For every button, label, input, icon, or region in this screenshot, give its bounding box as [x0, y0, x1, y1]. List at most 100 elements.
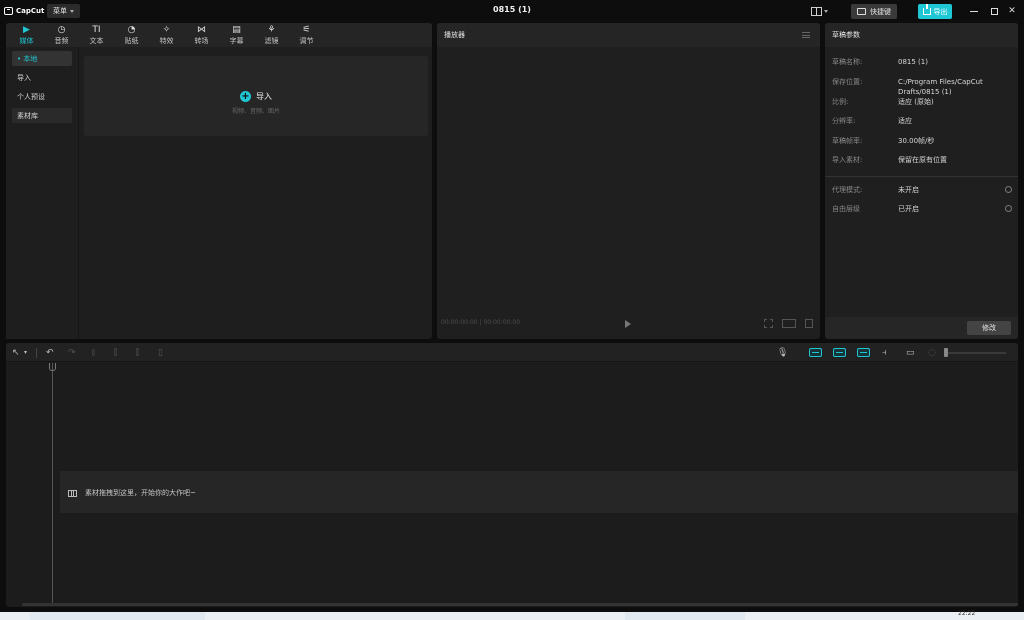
player-title: 播放器 [444, 31, 465, 39]
taskbar-clock: 22:22 [958, 610, 976, 617]
property-value: 适应 [898, 117, 912, 125]
film-icon [68, 489, 77, 497]
audio-icon: ◷ [57, 24, 66, 35]
ratio-icon[interactable] [782, 319, 796, 328]
shortcuts-label: 快捷键 [870, 7, 891, 16]
timecode: 00:00:00:00 | 00:00:00:00 [441, 319, 521, 326]
tab-media[interactable]: ▶ 媒体 [9, 23, 44, 47]
maximize-button[interactable] [987, 4, 1001, 18]
undo-icon[interactable]: ↶ [46, 347, 54, 358]
minimize-icon [970, 10, 978, 12]
property-value: 保留在原有位置 [898, 156, 947, 164]
tab-label: 媒体 [19, 37, 34, 45]
full-preview-icon[interactable]: ▭ [906, 347, 915, 358]
tab-label: 音频 [54, 37, 69, 45]
playhead[interactable] [52, 363, 53, 603]
split-icon[interactable]: ⫾ [92, 347, 95, 358]
tab-filter[interactable]: ⚘ 滤镜 [254, 23, 289, 47]
chevron-down-icon[interactable]: ▾ [24, 347, 27, 358]
main-track-magnet-icon[interactable] [809, 348, 822, 357]
play-icon[interactable] [625, 320, 631, 328]
media-sidebar: • 本地导入个人预设素材库 [6, 47, 79, 339]
menu-button[interactable]: 菜单 [47, 4, 80, 18]
property-key: 保存位置: [832, 77, 863, 86]
sidebar-item[interactable]: • 本地 [12, 51, 72, 66]
sticker-icon: ◔ [127, 24, 136, 35]
microphone-icon[interactable]: 🎙︎ [777, 347, 788, 358]
tab-text[interactable]: TI 文本 [79, 23, 114, 47]
timeline-toolbar: ↖ ▾ ↶ ↷ ⫾ ⫿ ⫿ ▯ 🎙︎ ⫞ ▭ ◌ [6, 343, 1018, 362]
captions-icon: ▤ [232, 24, 241, 35]
property-row: 比例: 适应 (原始) [832, 97, 1012, 117]
info-icon[interactable] [1005, 205, 1012, 212]
minimize-button[interactable] [967, 4, 981, 18]
tab-effects[interactable]: ✧ 特效 [149, 23, 184, 47]
shortcuts-button[interactable]: 快捷键 [851, 4, 897, 19]
media-panel: ▶ 媒体 ◷ 音频 TI 文本 ◔ 贴纸 ✧ 特效 ⋈ 转场 ▤ 字幕 ⚘ 滤镜 ⚟ 调节 • 本地导入个人预设素… [6, 23, 432, 339]
sidebar-item[interactable]: 导入 [12, 70, 72, 85]
export-button[interactable]: 导出 [918, 4, 952, 19]
fullscreen-crop-icon[interactable] [764, 319, 773, 328]
property-key: 自由层级 [832, 205, 860, 213]
tab-transition[interactable]: ⋈ 转场 [184, 23, 219, 47]
tab-adjust[interactable]: ⚟ 调节 [289, 23, 324, 47]
redo-icon[interactable]: ↷ [68, 347, 76, 358]
select-cursor-icon[interactable]: ↖ [12, 347, 20, 358]
taskbar-segment[interactable] [30, 612, 205, 620]
expand-icon[interactable] [805, 319, 813, 328]
delete-icon[interactable]: ▯ [158, 347, 163, 358]
tab-audio[interactable]: ◷ 音频 [44, 23, 79, 47]
split-right-icon[interactable]: ⫿ [136, 347, 139, 358]
menu-label: 菜单 [53, 7, 67, 15]
effects-icon: ✧ [162, 24, 171, 35]
sidebar-item[interactable]: 素材库 [12, 108, 72, 123]
transition-icon: ⋈ [197, 24, 206, 35]
zoom-out-icon[interactable]: ◌ [928, 347, 936, 358]
main-track[interactable] [60, 471, 1018, 513]
tab-label: 文本 [89, 37, 104, 45]
divider [36, 348, 37, 358]
filter-icon: ⚘ [267, 24, 276, 35]
info-icon[interactable] [1005, 185, 1012, 193]
text-icon: TI [92, 24, 101, 35]
preview-axis-icon[interactable]: ⫞ [882, 347, 887, 358]
property-row: 保存位置: C:/Program Files/CapCut Drafts/0815… [832, 77, 1012, 97]
player-header: 播放器 [437, 23, 820, 47]
keyboard-icon [857, 8, 866, 15]
linkage-icon[interactable] [857, 348, 870, 357]
menu-icon[interactable] [802, 32, 810, 38]
modify-button[interactable]: 修改 [967, 321, 1011, 335]
playhead-handle[interactable] [49, 363, 56, 371]
property-value: 已开启 [898, 205, 919, 213]
tab-label: 转场 [194, 37, 209, 45]
taskbar-segment[interactable] [625, 612, 745, 620]
property-key: 导入素材: [832, 156, 863, 164]
zoom-slider[interactable] [946, 352, 1006, 354]
export-icon [922, 4, 931, 15]
zoom-slider-handle[interactable] [944, 348, 948, 357]
close-button[interactable]: ✕ [1005, 4, 1019, 18]
player-panel: 播放器 00:00:00:00 | 00:00:00:00 [437, 23, 820, 339]
os-taskbar: 22:22 [0, 610, 1024, 620]
close-icon: ✕ [1008, 6, 1016, 16]
auto-snap-icon[interactable] [833, 348, 846, 357]
export-label: 导出 [933, 7, 948, 16]
media-tabs: ▶ 媒体 ◷ 音频 TI 文本 ◔ 贴纸 ✧ 特效 ⋈ 转场 ▤ 字幕 ⚘ 滤镜 ⚟ 调节 [6, 23, 432, 47]
property-key: 比例: [832, 97, 849, 106]
property-key: 分辨率: [832, 117, 856, 125]
draft-footer: 修改 [825, 317, 1018, 339]
plus-icon: + [240, 90, 251, 102]
property-row: 代理模式: 未开启 [832, 185, 1012, 205]
import-action[interactable]: + 导入 [84, 91, 428, 102]
layout-button[interactable] [811, 5, 835, 17]
media-icon: ▶ [23, 24, 30, 35]
timeline-scrollbar[interactable] [22, 603, 1018, 606]
property-value: 未开启 [898, 185, 919, 194]
property-key: 草稿帧率: [832, 136, 863, 145]
track-hint: 素材拖拽到这里，开始你的大作吧~ [68, 488, 196, 498]
sidebar-item[interactable]: 个人预设 [12, 89, 72, 104]
tab-sticker[interactable]: ◔ 贴纸 [114, 23, 149, 47]
split-left-icon[interactable]: ⫿ [114, 347, 117, 358]
tab-captions[interactable]: ▤ 字幕 [219, 23, 254, 47]
import-drop-zone[interactable]: + 导入 视频、音频、图片 [84, 56, 428, 136]
